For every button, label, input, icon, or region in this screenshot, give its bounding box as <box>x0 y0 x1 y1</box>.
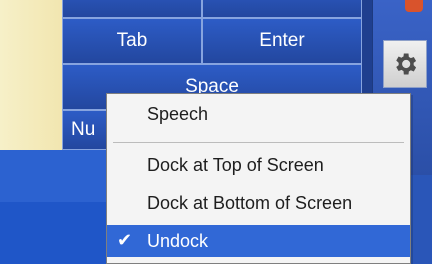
menu-item-label: Speech <box>147 103 209 124</box>
menu-item-undock[interactable]: ✔ Undock <box>107 225 410 257</box>
key-enter[interactable]: Enter <box>202 18 362 64</box>
menu-item-speech[interactable]: Speech <box>107 98 410 130</box>
check-icon: ✔ <box>117 230 133 250</box>
key-enter-label: Enter <box>259 30 305 51</box>
key-tab[interactable]: Tab <box>62 18 202 64</box>
context-menu: Speech Dock at Top of Screen Dock at Bot… <box>106 93 411 264</box>
close-tab[interactable] <box>405 0 423 12</box>
settings-button[interactable] <box>383 40 427 88</box>
menu-item-dock-top[interactable]: Dock at Top of Screen <box>107 149 410 181</box>
menu-item-label: Dock at Top of Screen <box>147 154 324 175</box>
key-top-left[interactable] <box>62 0 202 18</box>
menu-item-label: Undock <box>147 230 209 251</box>
menu-separator <box>113 142 404 143</box>
app-background <box>0 0 62 150</box>
menu-item-dock-bottom[interactable]: Dock at Bottom of Screen <box>107 187 410 219</box>
taskbar-area <box>0 150 120 202</box>
key-tab-label: Tab <box>116 30 148 51</box>
key-num-label: Nu <box>71 119 96 140</box>
taskbar-bottom <box>0 202 120 264</box>
menu-item-label: Dock at Bottom of Screen <box>147 192 353 213</box>
gear-icon <box>396 53 417 75</box>
key-top-right[interactable] <box>202 0 362 18</box>
